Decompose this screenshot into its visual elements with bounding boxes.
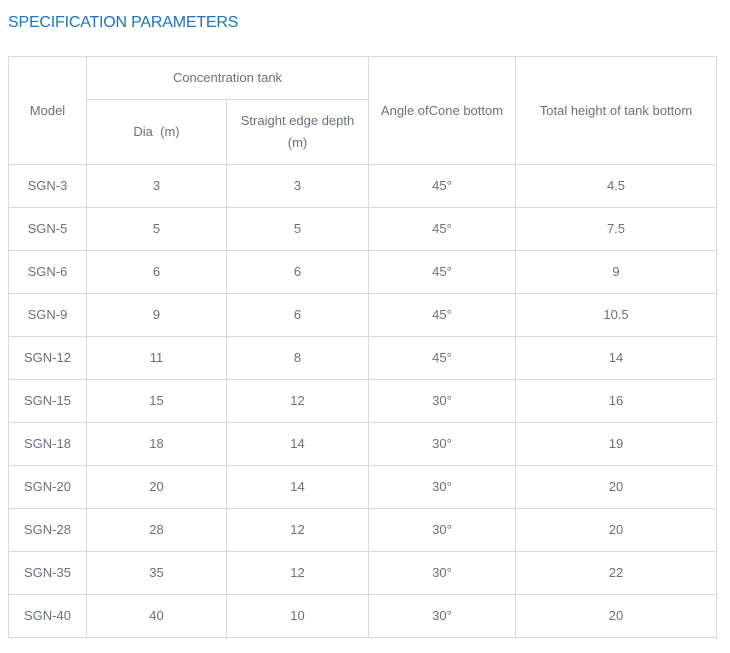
dia-cell: 35 (87, 552, 227, 595)
straight-edge-depth-cell: 6 (227, 294, 369, 337)
angle-cell: 45° (369, 294, 516, 337)
model-cell: SGN-40 (9, 595, 87, 638)
model-cell: SGN-9 (9, 294, 87, 337)
angle-cell: 30° (369, 380, 516, 423)
total-height-cell: 16 (516, 380, 717, 423)
straight-edge-depth-cell: 10 (227, 595, 369, 638)
dia-cell: 18 (87, 423, 227, 466)
model-cell: SGN-28 (9, 509, 87, 552)
table-row: SGN-9 9 6 45° 10.5 (9, 294, 717, 337)
straight-edge-depth-cell: 14 (227, 423, 369, 466)
table-row: SGN-15 15 12 30° 16 (9, 380, 717, 423)
total-height-cell: 19 (516, 423, 717, 466)
col-header-dia: Dia (m) (87, 100, 227, 165)
angle-cell: 30° (369, 552, 516, 595)
total-height-cell: 4.5 (516, 165, 717, 208)
angle-cell: 45° (369, 208, 516, 251)
dia-cell: 9 (87, 294, 227, 337)
total-height-cell: 10.5 (516, 294, 717, 337)
total-height-cell: 20 (516, 466, 717, 509)
specification-table: Model Concentration tank Angle ofCone bo… (8, 56, 717, 638)
model-cell: SGN-15 (9, 380, 87, 423)
header-row-top: Model Concentration tank Angle ofCone bo… (9, 57, 717, 100)
angle-cell: 30° (369, 423, 516, 466)
straight-edge-depth-cell: 3 (227, 165, 369, 208)
straight-edge-depth-cell: 12 (227, 509, 369, 552)
col-header-straight-edge-depth: Straight edge depth (m) (227, 100, 369, 165)
straight-edge-depth-cell: 8 (227, 337, 369, 380)
table-row: SGN-40 40 10 30° 20 (9, 595, 717, 638)
model-cell: SGN-20 (9, 466, 87, 509)
total-height-cell: 7.5 (516, 208, 717, 251)
model-cell: SGN-5 (9, 208, 87, 251)
angle-cell: 45° (369, 251, 516, 294)
straight-edge-depth-cell: 6 (227, 251, 369, 294)
straight-edge-depth-cell: 14 (227, 466, 369, 509)
model-cell: SGN-6 (9, 251, 87, 294)
table-header: Model Concentration tank Angle ofCone bo… (9, 57, 717, 165)
angle-cell: 30° (369, 466, 516, 509)
table-row: SGN-20 20 14 30° 20 (9, 466, 717, 509)
total-height-cell: 9 (516, 251, 717, 294)
model-cell: SGN-3 (9, 165, 87, 208)
table-row: SGN-5 5 5 45° 7.5 (9, 208, 717, 251)
col-header-model: Model (9, 57, 87, 165)
page: SPECIFICATION PARAMETERS Model Concentra… (0, 0, 730, 653)
col-header-concentration-tank: Concentration tank (87, 57, 369, 100)
col-header-total-height: Total height of tank bottom (516, 57, 717, 165)
model-cell: SGN-35 (9, 552, 87, 595)
dia-cell: 11 (87, 337, 227, 380)
total-height-cell: 14 (516, 337, 717, 380)
table-row: SGN-35 35 12 30° 22 (9, 552, 717, 595)
col-header-angle-of-cone-bottom: Angle ofCone bottom (369, 57, 516, 165)
dia-cell: 28 (87, 509, 227, 552)
dia-cell: 15 (87, 380, 227, 423)
table-body: SGN-3 3 3 45° 4.5 SGN-5 5 5 45° 7.5 SGN-… (9, 165, 717, 638)
total-height-cell: 22 (516, 552, 717, 595)
straight-edge-depth-cell: 5 (227, 208, 369, 251)
angle-cell: 30° (369, 509, 516, 552)
page-title: SPECIFICATION PARAMETERS (8, 12, 722, 33)
table-row: SGN-12 11 8 45° 14 (9, 337, 717, 380)
model-cell: SGN-18 (9, 423, 87, 466)
table-row: SGN-3 3 3 45° 4.5 (9, 165, 717, 208)
dia-cell: 40 (87, 595, 227, 638)
dia-cell: 6 (87, 251, 227, 294)
straight-edge-depth-cell: 12 (227, 552, 369, 595)
table-row: SGN-18 18 14 30° 19 (9, 423, 717, 466)
table-row: SGN-6 6 6 45° 9 (9, 251, 717, 294)
straight-edge-depth-cell: 12 (227, 380, 369, 423)
angle-cell: 45° (369, 337, 516, 380)
total-height-cell: 20 (516, 595, 717, 638)
angle-cell: 45° (369, 165, 516, 208)
dia-cell: 5 (87, 208, 227, 251)
angle-cell: 30° (369, 595, 516, 638)
dia-cell: 3 (87, 165, 227, 208)
dia-cell: 20 (87, 466, 227, 509)
table-row: SGN-28 28 12 30° 20 (9, 509, 717, 552)
total-height-cell: 20 (516, 509, 717, 552)
model-cell: SGN-12 (9, 337, 87, 380)
